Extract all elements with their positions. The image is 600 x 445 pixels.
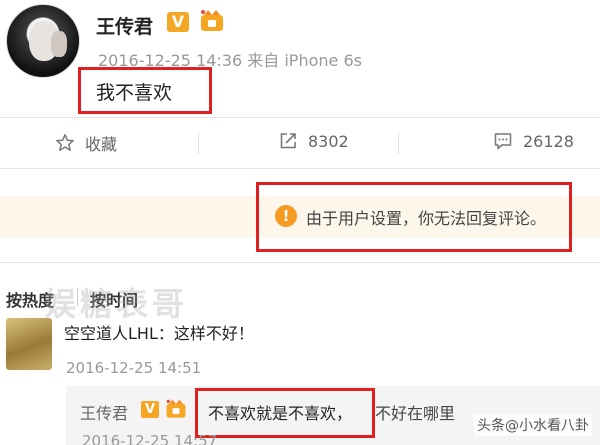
author-name[interactable]: 王传君 bbox=[96, 12, 153, 39]
favorite-button[interactable]: 收藏 bbox=[55, 131, 117, 155]
overlay-watermark: 娱糖表哥 bbox=[44, 285, 189, 323]
member-badge-icon bbox=[201, 10, 223, 31]
repost-icon bbox=[280, 133, 296, 149]
comment-time: 2016-12-25 14:51 bbox=[66, 359, 202, 377]
reply-verified-icon: V bbox=[141, 401, 159, 418]
reply-time: 2016-12-25 14:57 bbox=[82, 432, 218, 445]
reply-member-badge-icon bbox=[166, 399, 186, 418]
commenter-avatar[interactable] bbox=[6, 318, 52, 370]
comment-count: 26128 bbox=[523, 131, 574, 151]
notice-text: 由于用户设置，你无法回复评论。 bbox=[306, 209, 547, 228]
reply-text: 不喜欢就是不喜欢， bbox=[208, 404, 353, 423]
divider-comments bbox=[0, 262, 600, 263]
author-avatar[interactable] bbox=[6, 4, 80, 78]
divider-actions bbox=[0, 168, 600, 169]
verified-icon: V bbox=[167, 12, 189, 32]
divider-top bbox=[0, 117, 600, 118]
reply-author[interactable]: 王传君 bbox=[80, 400, 128, 424]
repost-count: 8302 bbox=[308, 131, 349, 151]
comment-text: 空空道人LHL：这样不好！ bbox=[64, 324, 254, 343]
action-separator bbox=[198, 132, 199, 154]
comment-icon bbox=[494, 133, 512, 150]
warning-icon: ! bbox=[275, 205, 297, 227]
reply-text-tail: 不好在哪里 bbox=[375, 404, 456, 423]
action-separator bbox=[398, 132, 399, 154]
comment-button[interactable]: 26128 bbox=[493, 131, 574, 151]
repost-button[interactable]: 8302 bbox=[278, 131, 349, 151]
source-watermark: 头条@小水看八卦 bbox=[474, 414, 592, 436]
favorite-label: 收藏 bbox=[85, 135, 118, 154]
post-text: 我不喜欢 bbox=[96, 82, 173, 104]
star-icon bbox=[56, 134, 74, 151]
avatar-hand bbox=[51, 31, 67, 57]
